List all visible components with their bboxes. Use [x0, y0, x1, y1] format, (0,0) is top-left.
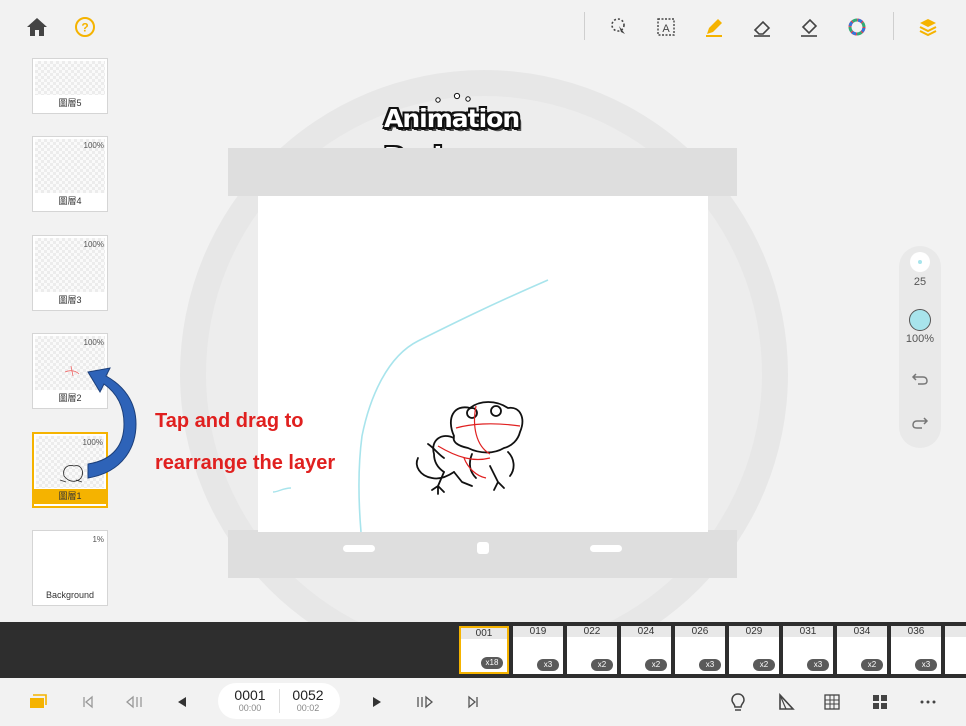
- peg-hole: [343, 545, 375, 552]
- play-icon[interactable]: [365, 690, 389, 714]
- lightbulb-icon[interactable]: [726, 690, 750, 714]
- timeline-frame[interactable]: 019 x3: [513, 626, 563, 674]
- layer-card-4[interactable]: 100% 圖層4: [32, 136, 108, 212]
- brush-size-dot-icon[interactable]: [910, 252, 930, 272]
- frame-number: 019: [513, 626, 563, 637]
- layer-thumbnail: [35, 61, 105, 95]
- next-frame-icon[interactable]: [413, 690, 437, 714]
- frame-hold-badge: x2: [861, 659, 883, 671]
- home-icon[interactable]: [24, 14, 50, 40]
- current-frame: 0001: [234, 687, 266, 703]
- layer-card-3[interactable]: 100% 圖層3: [32, 235, 108, 311]
- peg-hole: [477, 542, 489, 554]
- timeline-frame[interactable]: 034 x2: [837, 626, 887, 674]
- timeline-frame[interactable]: 031 x3: [783, 626, 833, 674]
- color-wheel-icon[interactable]: [844, 14, 870, 40]
- lasso-select-icon[interactable]: [606, 14, 632, 40]
- frame-number: 029: [729, 626, 779, 637]
- annotation-line-2: rearrange the layer: [155, 452, 336, 474]
- timeline-frame[interactable]: 022 x2: [567, 626, 617, 674]
- layer-name: 圖層4: [33, 194, 107, 209]
- frame-hold-badge: x2: [591, 659, 613, 671]
- grid-icon[interactable]: [820, 690, 844, 714]
- layers-icon[interactable]: [916, 14, 942, 40]
- more-options-icon[interactable]: [916, 690, 940, 714]
- text-tool-icon[interactable]: A: [653, 14, 679, 40]
- help-icon[interactable]: ?: [72, 14, 98, 40]
- current-frame-counter: 0001 00:00: [220, 687, 280, 713]
- peg-hole: [590, 545, 622, 552]
- last-frame-icon[interactable]: [461, 690, 485, 714]
- layer-name: 圖層5: [33, 96, 107, 111]
- layer-card-5[interactable]: 圖層5: [32, 58, 108, 114]
- play-backward-icon[interactable]: [170, 690, 194, 714]
- pencil-icon[interactable]: [701, 14, 727, 40]
- brush-opacity-value[interactable]: 100%: [899, 333, 941, 345]
- frame-number: 022: [567, 626, 617, 637]
- current-time: 00:00: [238, 703, 262, 713]
- layer-opacity: 100%: [83, 338, 104, 347]
- frame-hold-badge: x3: [915, 659, 937, 671]
- frame-number: 026: [675, 626, 725, 637]
- frame-number: 031: [783, 626, 833, 637]
- layer-card-background[interactable]: 1% Background: [32, 530, 108, 606]
- total-time: 00:02: [296, 703, 320, 713]
- undo-icon[interactable]: [910, 368, 930, 388]
- curved-arrow-icon: [87, 367, 137, 479]
- timeline-frame[interactable]: 029 x2: [729, 626, 779, 674]
- previous-frame-icon[interactable]: [122, 690, 146, 714]
- frame-number: 001: [461, 628, 507, 639]
- timeline-frame[interactable]: 036 x3: [891, 626, 941, 674]
- layer-name: 圖層3: [33, 293, 107, 308]
- frame-number: 024: [621, 626, 671, 637]
- timeline-strip: 001 x18 019 x3 022 x2 024 x2 026 x3 029 …: [0, 622, 966, 678]
- frame-overview-icon[interactable]: [868, 690, 892, 714]
- timeline-frame[interactable]: 001 x18: [459, 626, 509, 674]
- brush-size-value[interactable]: 25: [899, 276, 941, 288]
- toolbar-separator: [584, 12, 585, 40]
- frog-drawing: [272, 279, 549, 532]
- total-frames: 0052: [292, 687, 324, 703]
- ruler-icon[interactable]: [774, 690, 798, 714]
- film-strip-top: [228, 148, 737, 196]
- frame-hold-badge: x3: [807, 659, 829, 671]
- frame-hold-badge: x18: [481, 657, 503, 669]
- timeline-toggle-icon[interactable]: [26, 690, 50, 714]
- layer-opacity: 1%: [92, 535, 104, 544]
- brush-settings-panel: 25 100%: [899, 246, 941, 448]
- frame-hold-badge: x3: [537, 659, 559, 671]
- layer-opacity: 100%: [83, 141, 104, 150]
- frame-number: 034: [837, 626, 887, 637]
- first-frame-icon[interactable]: [76, 690, 100, 714]
- eraser-icon[interactable]: [749, 14, 775, 40]
- frame-counter: 0001 00:00 0052 00:02: [218, 683, 340, 719]
- fill-bucket-icon[interactable]: [796, 14, 822, 40]
- timeline-frame[interactable]: 026 x3: [675, 626, 725, 674]
- layer-name: 圖層1: [34, 489, 106, 504]
- frame-hold-badge: x2: [753, 659, 775, 671]
- top-toolbar: ? A: [0, 0, 966, 56]
- timeline-frame[interactable]: 024 x2: [621, 626, 671, 674]
- layer-opacity: 100%: [83, 240, 104, 249]
- toolbar-separator: [893, 12, 894, 40]
- svg-text:?: ?: [81, 21, 88, 35]
- frame-number: [945, 626, 966, 637]
- frame-hold-badge: x2: [645, 659, 667, 671]
- app-logo: Animation Desk: [384, 104, 520, 171]
- playback-bar: 0001 00:00 0052 00:02: [0, 678, 966, 726]
- annotation-line-1: Tap and drag to: [155, 410, 304, 432]
- svg-text:A: A: [662, 23, 670, 35]
- brush-color-swatch[interactable]: [909, 309, 931, 331]
- total-frame-counter: 0052 00:02: [278, 687, 338, 713]
- drawing-canvas[interactable]: [258, 196, 708, 532]
- film-strip-bottom: [228, 530, 737, 578]
- layer-name: Background: [33, 588, 107, 603]
- redo-icon[interactable]: [910, 412, 930, 432]
- frame-number: 036: [891, 626, 941, 637]
- frame-hold-badge: x3: [699, 659, 721, 671]
- timeline-frame-partial[interactable]: [945, 626, 966, 674]
